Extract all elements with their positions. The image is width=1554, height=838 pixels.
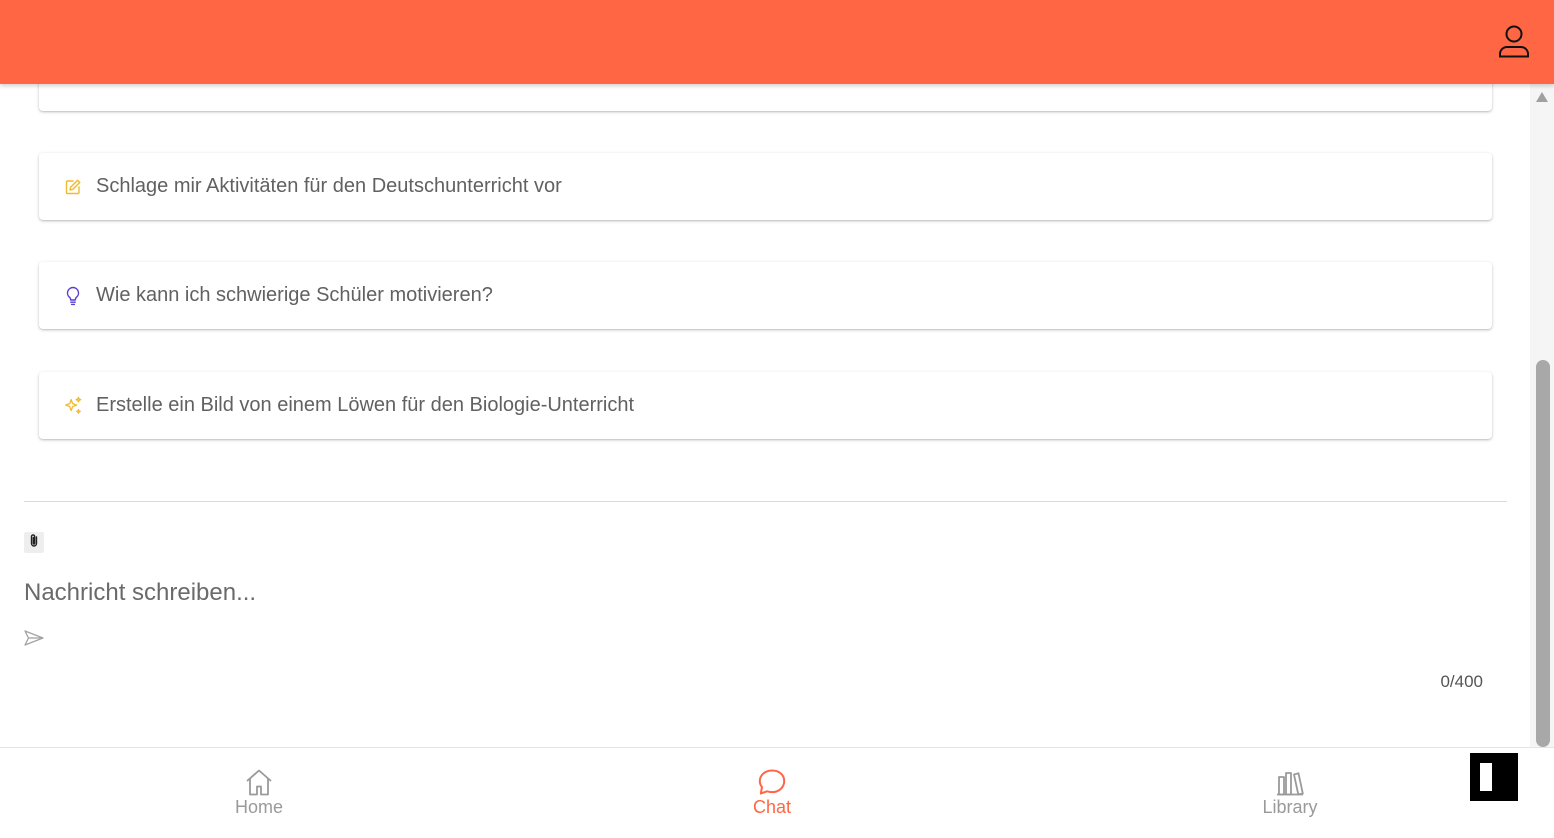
nav-library[interactable]: Library	[1220, 748, 1360, 838]
sparkles-icon	[63, 396, 83, 416]
scrollbar-thumb[interactable]	[1536, 360, 1550, 747]
suggestion-card-lion-image[interactable]: Erstelle ein Bild von einem Löwen für de…	[39, 372, 1492, 439]
suggestion-label: Wie kann ich schwierige Schüler motivier…	[96, 284, 493, 306]
suggestion-label: Schlage mir Aktivitäten für den Deutschu…	[96, 175, 562, 197]
nav-home-label: Home	[234, 797, 283, 817]
home-icon	[244, 768, 274, 796]
chat-content: Schlage mir Aktivitäten für den Deutschu…	[0, 0, 1530, 747]
profile-button[interactable]	[1496, 24, 1532, 62]
attach-button[interactable]	[24, 532, 44, 553]
scroll-up-arrow-icon[interactable]	[1535, 90, 1549, 102]
send-button[interactable]	[22, 629, 46, 652]
message-input[interactable]	[24, 574, 1507, 612]
character-counter: 0/400	[1440, 672, 1483, 691]
composer-divider	[24, 501, 1507, 502]
user-icon	[1498, 24, 1530, 63]
suggestion-card-german-activities[interactable]: Schlage mir Aktivitäten für den Deutschu…	[39, 153, 1492, 220]
lightbulb-icon	[63, 286, 83, 306]
suggestion-card-motivate-students[interactable]: Wie kann ich schwierige Schüler motivier…	[39, 262, 1492, 329]
widget-bar-icon	[1480, 763, 1492, 791]
chat-bubble-icon	[757, 768, 787, 796]
bottom-navigation: Home Chat Library	[0, 747, 1554, 837]
nav-chat[interactable]: Chat	[702, 748, 842, 838]
nav-home[interactable]: Home	[189, 748, 329, 838]
send-icon	[23, 629, 45, 652]
paperclip-icon	[28, 533, 40, 553]
edit-square-icon	[63, 177, 83, 197]
nav-chat-label: Chat	[752, 797, 792, 817]
suggestion-label: Erstelle ein Bild von einem Löwen für de…	[96, 394, 635, 416]
library-books-icon	[1275, 768, 1305, 796]
top-app-bar	[0, 0, 1554, 84]
overlay-widget-button[interactable]	[1470, 753, 1518, 801]
nav-library-label: Library	[1262, 797, 1318, 817]
